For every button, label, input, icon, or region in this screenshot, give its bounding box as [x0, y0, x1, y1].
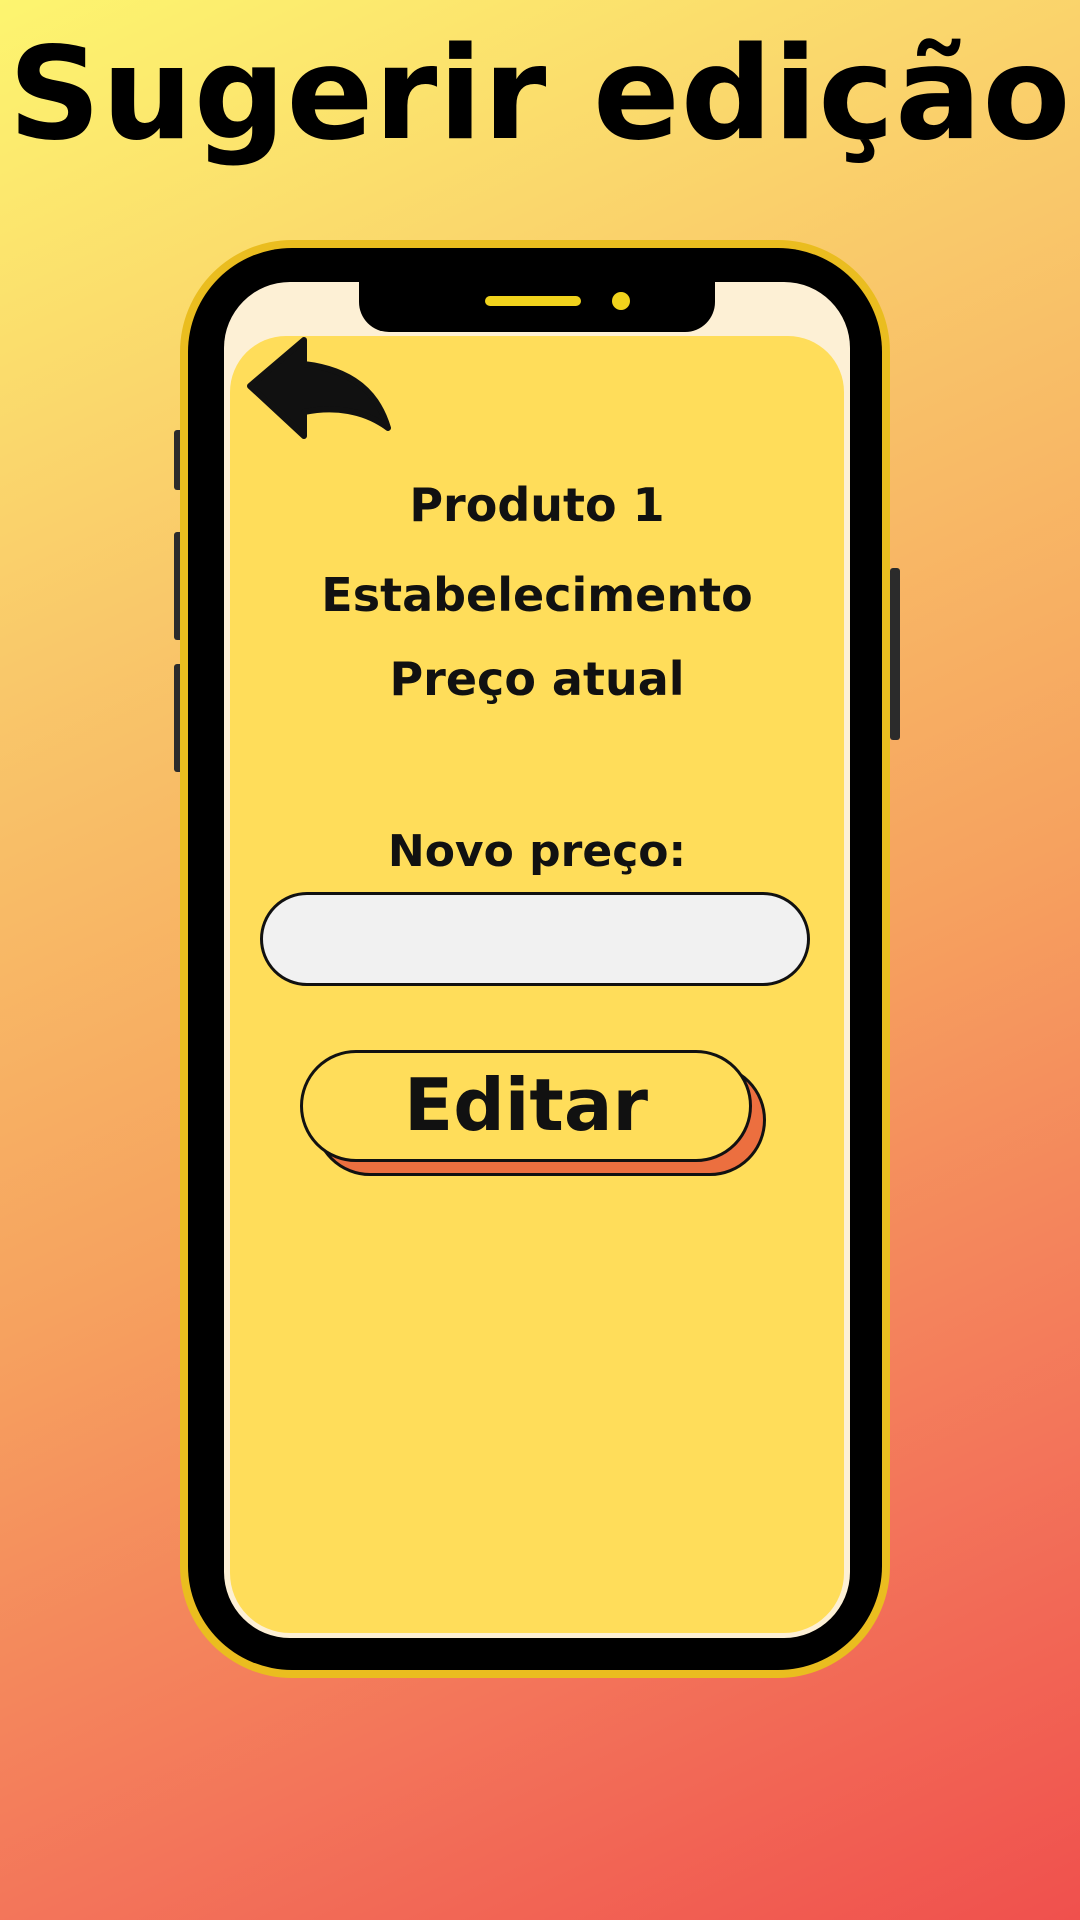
back-arrow-icon: [247, 337, 391, 439]
product-name: Produto 1: [409, 478, 665, 532]
edit-button[interactable]: Editar: [300, 1050, 752, 1162]
speaker-grille: [485, 296, 581, 306]
new-price-input[interactable]: [260, 892, 810, 986]
store-name: Estabelecimento: [321, 568, 753, 622]
phone-notch: [359, 282, 715, 332]
phone-power-button: [890, 568, 900, 740]
front-camera: [612, 292, 630, 310]
new-price-label: Novo preço:: [387, 826, 687, 877]
back-button[interactable]: [244, 336, 396, 448]
current-price-label: Preço atual: [389, 652, 685, 706]
page-title: Sugerir edição: [8, 20, 1072, 169]
